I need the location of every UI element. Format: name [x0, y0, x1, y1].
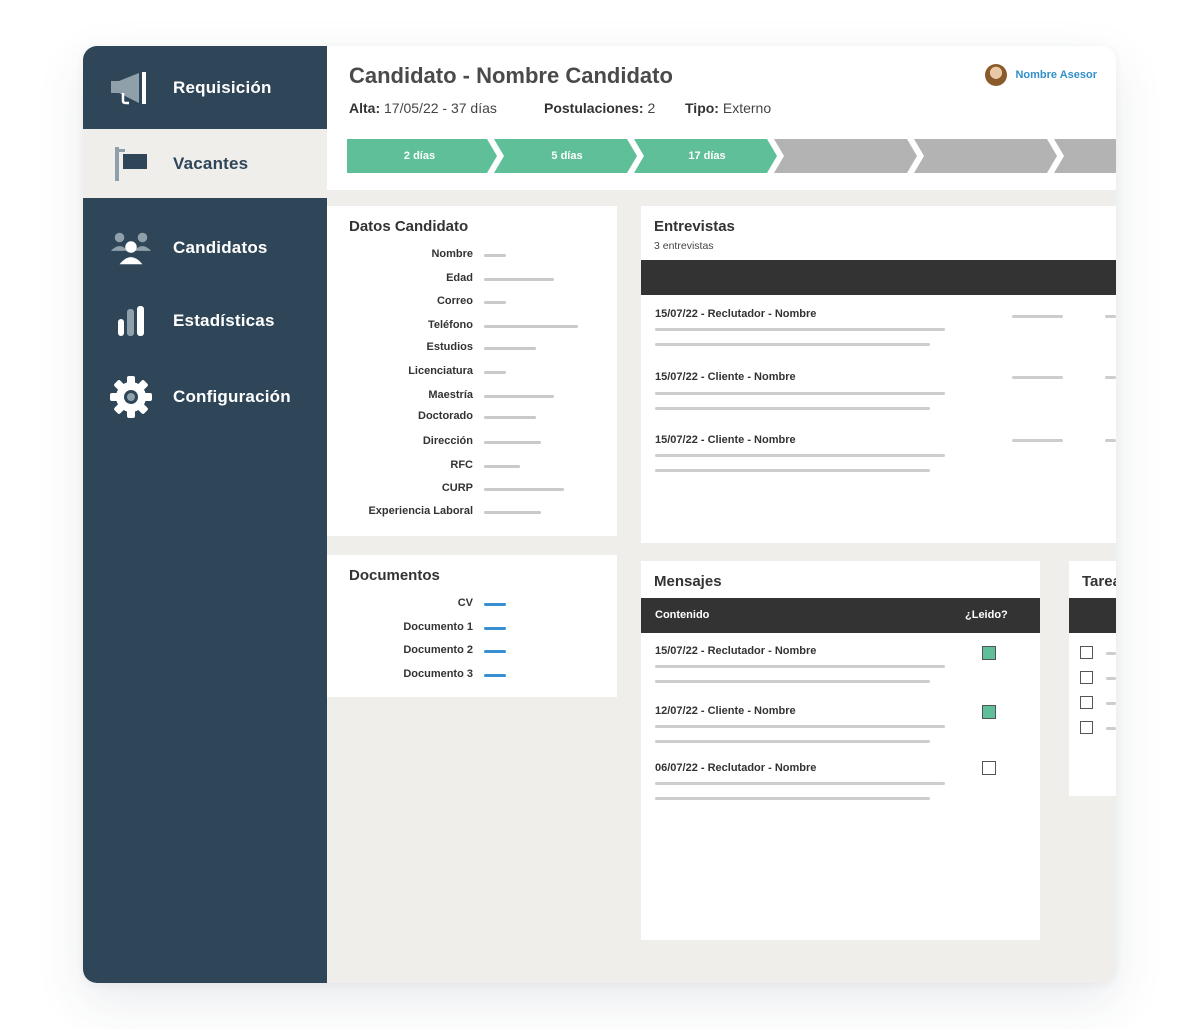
sidebar-item-label: Configuración: [173, 387, 291, 406]
read-checkbox[interactable]: [982, 705, 996, 719]
document-link[interactable]: Documento 3: [327, 668, 617, 682]
field-row: Licenciatura: [327, 365, 617, 379]
field-row: CURP: [327, 482, 617, 496]
documentos-card: Documentos CV Documento 1 Documento 2 Do…: [327, 555, 617, 697]
message-row-title[interactable]: 06/07/22 - Reclutador - Nombre: [655, 762, 816, 774]
field-row: Experiencia Laboral: [327, 505, 617, 519]
card-title: Datos Candidato: [349, 218, 469, 235]
entrevistas-card: Entrevistas 3 entrevistas 15/07/22 - Rec…: [641, 206, 1116, 543]
field-row: Teléfono: [327, 319, 617, 333]
message-row-title[interactable]: 15/07/22 - Reclutador - Nombre: [655, 645, 816, 657]
field-row: Estudios: [327, 341, 617, 355]
advisor-name: Nombre Asesor: [1015, 69, 1097, 81]
mensajes-card: Mensajes Contenido ¿Leido? 15/07/22 - Re…: [641, 561, 1040, 940]
sidebar: Requisición Vacantes Candidatos Estadíst…: [83, 46, 327, 983]
tareas-card: Tareas: [1069, 561, 1116, 796]
sidebar-item-label: Requisición: [173, 78, 272, 97]
interview-row-title[interactable]: 15/07/22 - Cliente - Nombre: [655, 371, 796, 383]
table-header: Contenido ¿Leido?: [641, 598, 1040, 633]
gear-icon: [109, 375, 153, 419]
sidebar-item-label: Candidatos: [173, 238, 268, 257]
advisor-link[interactable]: Nombre Asesor: [985, 64, 1097, 86]
field-row: Edad: [327, 272, 617, 286]
bar-chart-icon: [109, 299, 153, 343]
sidebar-item-vacantes[interactable]: Vacantes: [83, 129, 327, 198]
field-row: Nombre: [327, 248, 617, 262]
datos-candidato-card: Datos Candidato Nombre Edad Correo Teléf…: [327, 206, 617, 536]
card-title: Tareas: [1082, 573, 1116, 590]
column-header-leido: ¿Leido?: [965, 609, 1008, 621]
column-header-contenido: Contenido: [655, 609, 710, 621]
sidebar-item-label: Vacantes: [173, 153, 249, 173]
page-title: Candidato - Nombre Candidato: [349, 63, 673, 88]
document-link[interactable]: Documento 2: [327, 644, 617, 658]
interview-row-title[interactable]: 15/07/22 - Reclutador - Nombre: [655, 308, 816, 320]
megaphone-icon: [109, 66, 153, 110]
interview-row-title[interactable]: 15/07/22 - Cliente - Nombre: [655, 434, 796, 446]
table-header: [641, 260, 1116, 295]
stage-3: 17 días: [688, 150, 726, 162]
task-checkbox[interactable]: [1080, 721, 1093, 734]
sidebar-item-requisicion[interactable]: Requisición: [83, 64, 327, 112]
sidebar-item-configuracion[interactable]: Configuración: [83, 373, 327, 421]
read-checkbox[interactable]: [982, 761, 996, 775]
task-checkbox[interactable]: [1080, 646, 1093, 659]
sidebar-item-label: Estadísticas: [173, 311, 275, 330]
field-row: Doctorado: [327, 410, 617, 424]
signpost-icon: [109, 142, 153, 186]
field-row: Maestría: [327, 389, 617, 403]
task-checkbox[interactable]: [1080, 696, 1093, 709]
card-title: Entrevistas: [654, 218, 735, 235]
postulaciones-info: Postulaciones: 2: [544, 100, 656, 116]
sidebar-item-estadisticas[interactable]: Estadísticas: [83, 297, 327, 345]
field-row: Dirección: [327, 435, 617, 449]
tipo-info: Tipo: Externo: [685, 100, 772, 116]
app-window: Requisición Vacantes Candidatos Estadíst…: [83, 46, 1116, 983]
field-row: Correo: [327, 295, 617, 309]
stage-1: 2 días: [403, 150, 436, 162]
avatar: [985, 64, 1008, 86]
table-header: [1069, 598, 1116, 633]
stage-2: 5 días: [551, 150, 583, 162]
task-checkbox[interactable]: [1080, 671, 1093, 684]
field-row: RFC: [327, 459, 617, 473]
read-checkbox[interactable]: [982, 646, 996, 660]
candidate-header: Candidato - Nombre Candidato Alta: 17/05…: [327, 46, 1116, 190]
users-icon: [109, 226, 153, 270]
card-title: Mensajes: [654, 573, 722, 590]
alta-info: Alta: 17/05/22 - 37 días: [349, 100, 497, 116]
card-title: Documentos: [349, 567, 440, 584]
document-link[interactable]: Documento 1: [327, 621, 617, 635]
sidebar-item-candidatos[interactable]: Candidatos: [83, 224, 327, 272]
stage-progress: 2 días 5 días 17 días: [347, 139, 1116, 173]
document-link[interactable]: CV: [327, 597, 617, 611]
message-row-title[interactable]: 12/07/22 - Cliente - Nombre: [655, 705, 796, 717]
interview-count: 3 entrevistas: [654, 240, 714, 252]
